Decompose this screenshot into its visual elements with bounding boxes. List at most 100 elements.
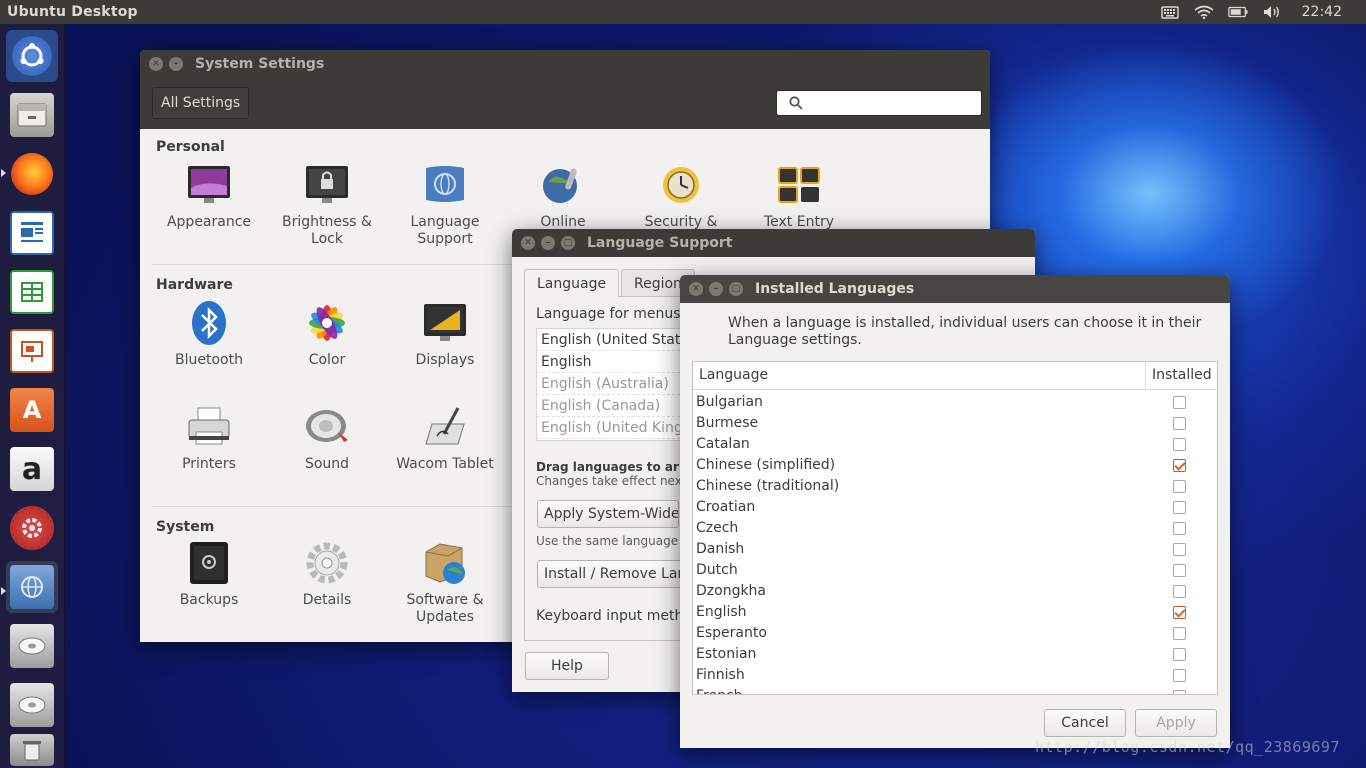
installed-checkbox[interactable] bbox=[1173, 606, 1186, 619]
languages-table[interactable]: Language Installed Bulgarian Burmese Catal… bbox=[692, 361, 1218, 695]
close-icon[interactable]: ✕ bbox=[689, 282, 703, 296]
language-name: Croatian bbox=[696, 499, 756, 515]
table-row[interactable]: Czech bbox=[693, 518, 1217, 539]
tab-language[interactable]: Language bbox=[524, 269, 620, 297]
installed-checkbox[interactable] bbox=[1173, 438, 1186, 451]
system-settings-titlebar[interactable]: ✕ – System Settings bbox=[140, 50, 990, 78]
wifi-icon[interactable] bbox=[1194, 4, 1214, 20]
trash-icon[interactable] bbox=[6, 732, 58, 768]
disk-drive-icon-2[interactable] bbox=[6, 679, 58, 731]
libreoffice-impress-icon[interactable] bbox=[6, 325, 58, 377]
language-name: Estonian bbox=[696, 646, 757, 662]
minimize-icon[interactable]: – bbox=[169, 57, 183, 71]
maximize-icon[interactable]: □ bbox=[729, 282, 743, 296]
text-entry-icon bbox=[775, 162, 823, 208]
close-icon[interactable]: ✕ bbox=[149, 57, 163, 71]
item-sound[interactable]: Sound bbox=[268, 404, 386, 473]
maximize-icon[interactable]: □ bbox=[561, 236, 575, 250]
software-center-icon[interactable]: A bbox=[6, 384, 58, 436]
installed-checkbox[interactable] bbox=[1173, 480, 1186, 493]
item-details[interactable]: Details bbox=[268, 540, 386, 609]
installed-checkbox[interactable] bbox=[1173, 543, 1186, 556]
battery-icon[interactable] bbox=[1227, 4, 1248, 20]
item-backups[interactable]: Backups bbox=[150, 540, 268, 609]
item-bluetooth[interactable]: Bluetooth bbox=[150, 300, 268, 369]
installed-checkbox[interactable] bbox=[1173, 648, 1186, 661]
table-row[interactable]: Croatian bbox=[693, 497, 1217, 518]
ubuntu-dash-icon[interactable] bbox=[6, 30, 58, 82]
language-name: French bbox=[696, 688, 743, 694]
installed-checkbox[interactable] bbox=[1173, 501, 1186, 514]
table-row[interactable]: Esperanto bbox=[693, 623, 1217, 644]
item-text-entry[interactable]: Text Entry bbox=[740, 162, 858, 231]
cancel-button[interactable]: Cancel bbox=[1044, 709, 1126, 737]
language-name: Dutch bbox=[696, 562, 738, 578]
firefox-icon[interactable] bbox=[6, 148, 58, 200]
item-color[interactable]: Color bbox=[268, 300, 386, 369]
help-button[interactable]: Help bbox=[525, 652, 609, 680]
system-settings-icon[interactable] bbox=[6, 502, 58, 554]
volume-icon[interactable] bbox=[1262, 4, 1282, 20]
top-panel: Ubuntu Desktop 22:42 bbox=[0, 0, 1366, 24]
table-row[interactable]: Dzongkha bbox=[693, 581, 1217, 602]
table-row[interactable]: Catalan bbox=[693, 434, 1217, 455]
installed-checkbox[interactable] bbox=[1173, 564, 1186, 577]
language-name: Bulgarian bbox=[696, 394, 763, 410]
installed-checkbox[interactable] bbox=[1173, 585, 1186, 598]
item-software-updates[interactable]: Software & Updates bbox=[386, 540, 504, 626]
table-row[interactable]: Danish bbox=[693, 539, 1217, 560]
libreoffice-calc-icon[interactable] bbox=[6, 266, 58, 318]
libreoffice-writer-icon[interactable] bbox=[6, 207, 58, 259]
table-row[interactable]: Estonian bbox=[693, 644, 1217, 665]
language-name: Dzongkha bbox=[696, 583, 767, 599]
installed-checkbox[interactable] bbox=[1173, 669, 1186, 682]
minimize-icon[interactable]: – bbox=[709, 282, 723, 296]
installed-checkbox[interactable] bbox=[1173, 522, 1186, 535]
same-language-hint: Use the same language cho bbox=[536, 534, 704, 548]
search-icon bbox=[789, 96, 803, 110]
apply-system-wide-button[interactable]: Apply System-Wide bbox=[537, 500, 679, 528]
item-security-privacy[interactable]: Security & bbox=[622, 162, 740, 231]
column-header-installed[interactable]: Installed bbox=[1145, 362, 1212, 389]
language-support-titlebar[interactable]: ✕ – □ Language Support bbox=[512, 229, 1035, 257]
table-row[interactable]: Dutch bbox=[693, 560, 1217, 581]
installed-checkbox[interactable] bbox=[1173, 459, 1186, 472]
installed-checkbox[interactable] bbox=[1173, 690, 1186, 694]
disk-drive-icon[interactable] bbox=[6, 620, 58, 672]
minimize-icon[interactable]: – bbox=[541, 236, 555, 250]
language-name: Esperanto bbox=[696, 625, 767, 641]
table-row[interactable]: Chinese (traditional) bbox=[693, 476, 1217, 497]
language-support-icon[interactable] bbox=[6, 561, 58, 613]
item-printers[interactable]: Printers bbox=[150, 404, 268, 473]
table-row[interactable]: Finnish bbox=[693, 665, 1217, 686]
installed-checkbox[interactable] bbox=[1173, 627, 1186, 640]
amazon-icon[interactable]: a bbox=[6, 443, 58, 495]
table-row[interactable]: Chinese (simplified) bbox=[693, 455, 1217, 476]
column-header-language[interactable]: Language bbox=[699, 367, 768, 383]
table-row[interactable]: French bbox=[693, 686, 1217, 694]
security-privacy-icon bbox=[657, 162, 705, 208]
files-icon[interactable] bbox=[6, 89, 58, 141]
item-wacom-tablet[interactable]: Wacom Tablet bbox=[386, 404, 504, 473]
clock[interactable]: 22:42 bbox=[1302, 4, 1342, 20]
item-brightness-lock[interactable]: Brightness & Lock bbox=[268, 162, 386, 248]
close-icon[interactable]: ✕ bbox=[521, 236, 535, 250]
install-remove-languages-button[interactable]: Install / Remove Lan bbox=[537, 560, 687, 588]
installed-languages-titlebar[interactable]: ✕ – □ Installed Languages bbox=[680, 275, 1230, 303]
installed-checkbox[interactable] bbox=[1173, 417, 1186, 430]
installed-languages-window: ✕ – □ Installed Languages When a languag… bbox=[680, 275, 1230, 748]
item-language-support[interactable]: Language Support bbox=[386, 162, 504, 248]
launcher: A a bbox=[0, 24, 65, 768]
language-name: Burmese bbox=[696, 415, 759, 431]
item-appearance[interactable]: Appearance bbox=[150, 162, 268, 231]
search-input[interactable] bbox=[776, 90, 982, 116]
apply-button[interactable]: Apply bbox=[1135, 709, 1217, 737]
table-row[interactable]: Burmese bbox=[693, 413, 1217, 434]
item-displays[interactable]: Displays bbox=[386, 300, 504, 369]
table-row[interactable]: English bbox=[693, 602, 1217, 623]
keyboard-icon[interactable] bbox=[1160, 4, 1180, 20]
installed-checkbox[interactable] bbox=[1173, 396, 1186, 409]
item-online-accounts[interactable]: Online bbox=[504, 162, 622, 231]
table-row[interactable]: Bulgarian bbox=[693, 392, 1217, 413]
all-settings-button[interactable]: All Settings bbox=[152, 87, 250, 119]
